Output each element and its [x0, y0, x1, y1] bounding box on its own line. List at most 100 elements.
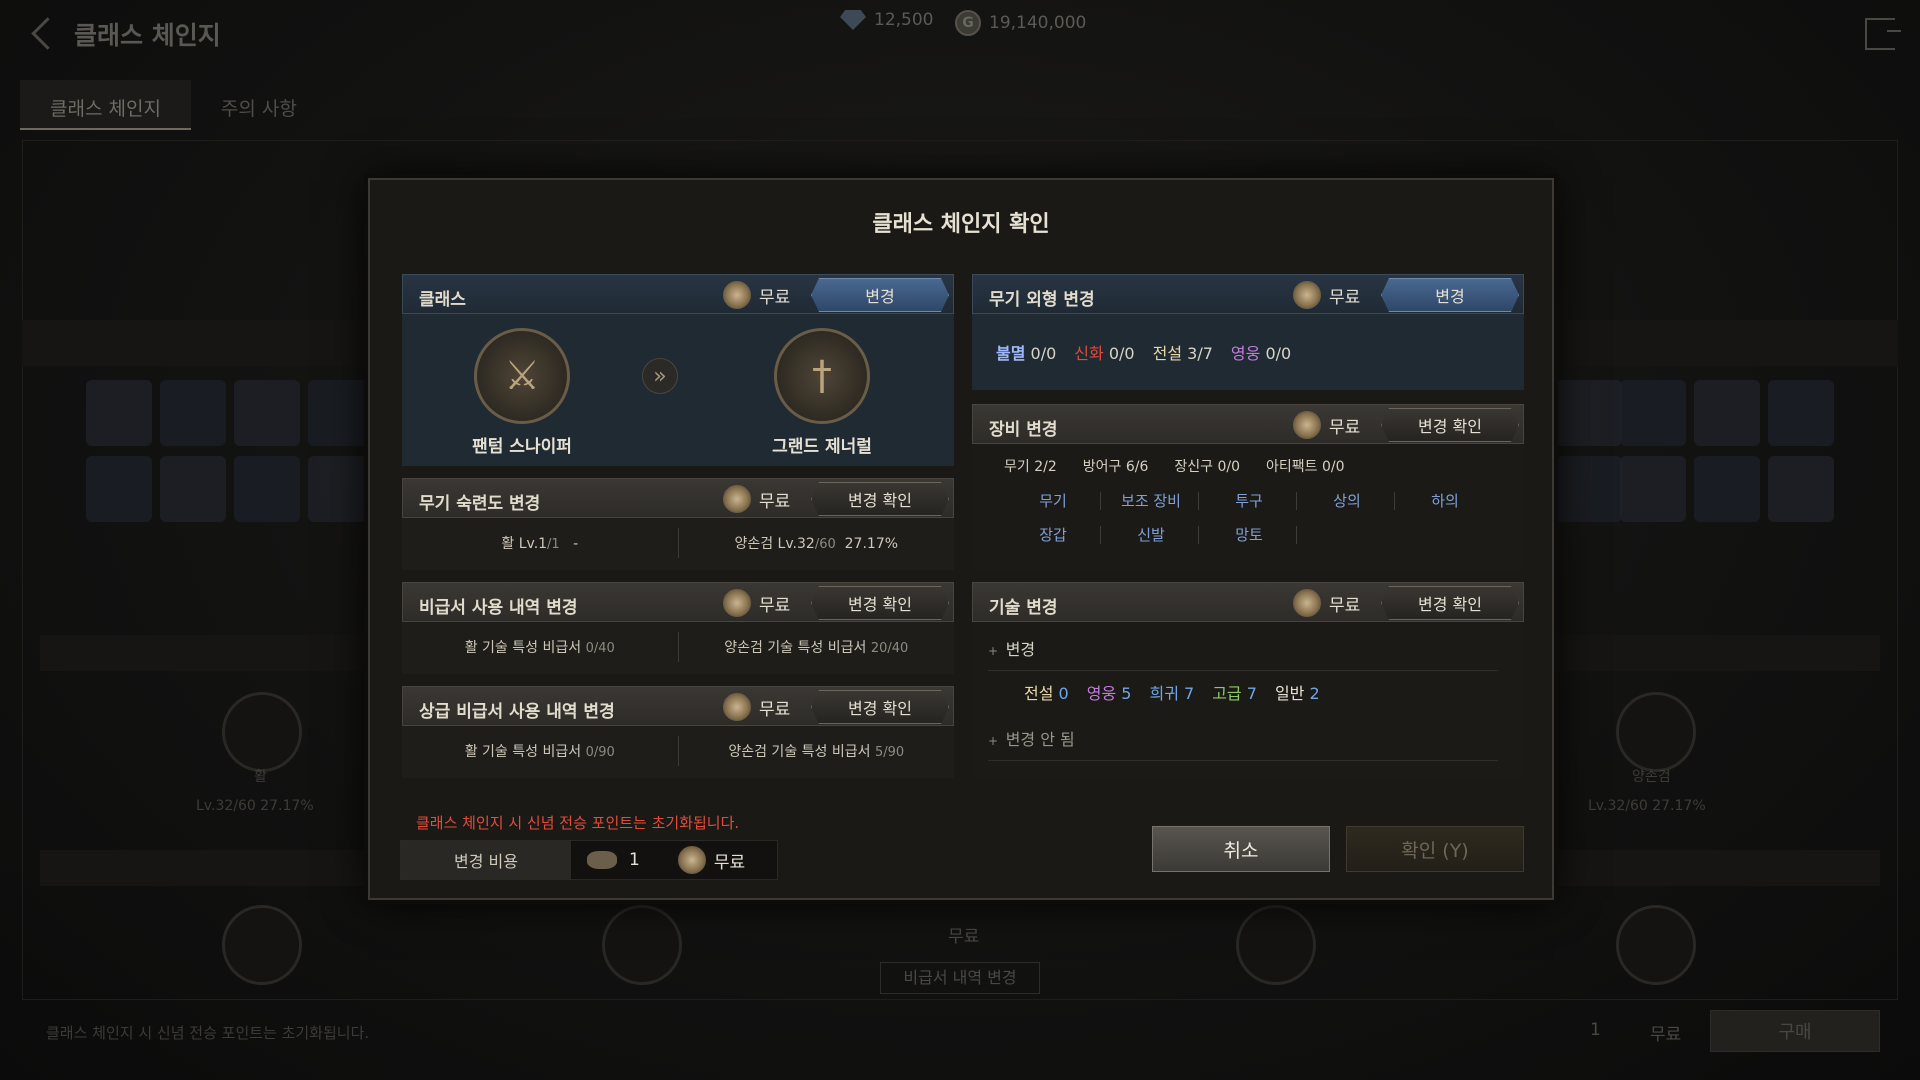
premium-book-header: 상급 비급서 사용 내역 변경 무료 변경 확인 — [402, 686, 954, 726]
class-section-header: 클래스 무료 변경 — [402, 274, 954, 314]
premium-book-cost: 무료 — [723, 693, 790, 721]
book-confirm-button[interactable]: 변경 확인 — [811, 586, 949, 620]
back-arrow-icon[interactable] — [28, 14, 58, 54]
bg-skill-icon — [1694, 380, 1760, 446]
mastery-from: 활 Lv.1/1 - — [501, 536, 579, 552]
double-chevron-right-icon: » — [642, 358, 678, 394]
book-from: 활 기술 특성 비급서 0/40 — [464, 640, 615, 656]
phantom-sniper-emblem-icon: ⚔ — [474, 328, 570, 424]
skill-grade-rare: 희귀 7 — [1149, 684, 1195, 703]
skill-grade-common: 일반 2 — [1274, 684, 1320, 703]
grade-immortal: 불멸 0/0 — [996, 344, 1057, 363]
free-coin-icon — [723, 485, 751, 513]
skill-confirm-button[interactable]: 변경 확인 — [1381, 586, 1519, 620]
weapon-skin-grades: 불멸 0/0 신화 0/0 전설 3/7 영웅 0/0 — [996, 340, 1291, 364]
bg-skill-icon — [160, 456, 226, 522]
premium-book-to: 양손검 기술 특성 비급서 5/90 — [728, 744, 905, 760]
bg-book-change-button[interactable]: 비급서 내역 변경 — [880, 962, 1040, 994]
divider — [1198, 526, 1199, 544]
class-change-button[interactable]: 변경 — [811, 278, 949, 312]
book-cost: 무료 — [723, 589, 790, 617]
equip-title: 장비 변경 — [989, 420, 1058, 440]
class-cost: 무료 — [723, 281, 790, 309]
book-title: 비급서 사용 내역 변경 — [419, 598, 578, 618]
equip-link-weapon[interactable]: 무기 — [1008, 490, 1098, 511]
bg-bow-emblem-icon — [222, 905, 302, 985]
change-cost-label: 변경 비용 — [401, 841, 571, 879]
top-bar: 클래스 체인지 12,500 G 19,140,000 — [0, 0, 1920, 70]
bg-skill-icon — [308, 456, 374, 522]
premium-book-title: 상급 비급서 사용 내역 변경 — [419, 702, 615, 722]
equip-counts: 무기 2/2 방어구 6/6 장신구 0/0 아티팩트 0/0 — [1004, 456, 1345, 476]
confirm-button[interactable]: 확인 (Y) — [1346, 826, 1524, 872]
mastery-confirm-button[interactable]: 변경 확인 — [811, 482, 949, 516]
bg-skill-icon — [234, 456, 300, 522]
free-coin-icon — [723, 693, 751, 721]
reset-warning: 클래스 체인지 시 신념 전승 포인트는 초기화됩니다. — [416, 814, 740, 832]
equip-count-artifact: 아티팩트 0/0 — [1266, 459, 1345, 475]
equip-count-armor: 방어구 6/6 — [1082, 459, 1149, 475]
skill-grade-hero: 영웅 5 — [1086, 684, 1132, 703]
mastery-section: 무기 숙련도 변경 무료 변경 확인 활 Lv.1/1 - 양손검 Lv.32/… — [402, 478, 954, 570]
page-title: 클래스 체인지 — [74, 21, 221, 50]
skill-body: + 변경 전설 0 영웅 5 희귀 7 고급 7 일반 2 + 변경 안 됨 — [972, 622, 1524, 778]
free-coin-icon — [723, 281, 751, 309]
bg-bow-emblem-icon — [1236, 905, 1316, 985]
change-cost-box: 변경 비용 1 무료 — [400, 840, 778, 880]
divider — [1198, 492, 1199, 510]
free-coin-icon — [723, 589, 751, 617]
skill-unchanged-header[interactable]: + 변경 안 됨 — [988, 726, 1498, 761]
dialog-title: 클래스 체인지 확인 — [872, 212, 1050, 237]
book-to: 양손검 기술 특성 비급서 20/40 — [724, 640, 909, 656]
bg-left-level: Lv.32/60 27.17% — [196, 798, 314, 814]
cost-free: 무료 — [713, 852, 746, 873]
equip-link-bottom[interactable]: 하의 — [1400, 490, 1490, 511]
cost-count: 1 — [629, 850, 640, 870]
skill-grade-legend: 전설 0 — [1024, 684, 1069, 703]
equip-link-sub[interactable]: 보조 장비 — [1106, 490, 1196, 511]
free-coin-icon — [1293, 411, 1321, 439]
bg-skill-icon — [1556, 380, 1622, 446]
skill-cost: 무료 — [1293, 589, 1360, 617]
equip-link-top[interactable]: 상의 — [1302, 490, 1392, 511]
tab-bar: 클래스 체인지 주의 사항 — [20, 80, 327, 130]
bg-skill-icon — [234, 380, 300, 446]
bg-skill-icon — [86, 380, 152, 446]
weapon-skin-body: 불멸 0/0 신화 0/0 전설 3/7 영웅 0/0 — [972, 314, 1524, 390]
gold-currency: G 19,140,000 — [955, 10, 1086, 36]
bg-free-label: 무료 — [948, 927, 980, 947]
free-coin-icon — [1293, 281, 1321, 309]
divider — [1100, 492, 1101, 510]
equip-count-weapon: 무기 2/2 — [1004, 459, 1057, 475]
buy-button[interactable]: 구매 — [1710, 1010, 1880, 1052]
grade-hero: 영웅 0/0 — [1230, 344, 1292, 363]
tab-notes[interactable]: 주의 사항 — [191, 80, 327, 130]
bg-bow-emblem-icon — [222, 692, 302, 772]
weapon-skin-title: 무기 외형 변경 — [989, 290, 1095, 310]
bg-skill-icon — [1694, 456, 1760, 522]
skill-grade-advanced: 고급 7 — [1212, 684, 1257, 703]
free-coin-icon — [677, 846, 706, 874]
bg-sword-emblem-icon — [1616, 905, 1696, 985]
bg-skill-icon — [1620, 456, 1686, 522]
equip-link-gloves[interactable]: 장갑 — [1008, 524, 1098, 545]
grade-mythic: 신화 0/0 — [1074, 344, 1135, 363]
cancel-button[interactable]: 취소 — [1152, 826, 1330, 872]
mastery-header: 무기 숙련도 변경 무료 변경 확인 — [402, 478, 954, 518]
equip-link-cloak[interactable]: 망토 — [1204, 524, 1294, 545]
book-values: 활 기술 특성 비급서 0/40 양손검 기술 특성 비급서 20/40 — [402, 622, 954, 672]
premium-book-section: 상급 비급서 사용 내역 변경 무료 변경 확인 활 기술 특성 비급서 0/9… — [402, 686, 954, 778]
bg-cost-free: 무료 — [1650, 1025, 1682, 1045]
premium-book-confirm-button[interactable]: 변경 확인 — [811, 690, 949, 724]
premium-book-values: 활 기술 특성 비급서 0/90 양손검 기술 특성 비급서 5/90 — [402, 726, 954, 776]
weapon-skin-header: 무기 외형 변경 무료 변경 — [972, 274, 1524, 314]
equip-link-helmet[interactable]: 투구 — [1204, 490, 1294, 511]
equip-confirm-button[interactable]: 변경 확인 — [1381, 408, 1519, 442]
weapon-skin-change-button[interactable]: 변경 — [1381, 278, 1519, 312]
tab-class-change[interactable]: 클래스 체인지 — [20, 80, 191, 130]
equip-link-shoes[interactable]: 신발 — [1106, 524, 1196, 545]
exit-icon[interactable] — [1865, 18, 1901, 50]
skill-changed-header[interactable]: + 변경 — [988, 636, 1498, 671]
divider — [1296, 526, 1297, 544]
bg-right-level: Lv.32/60 27.17% — [1588, 798, 1706, 814]
